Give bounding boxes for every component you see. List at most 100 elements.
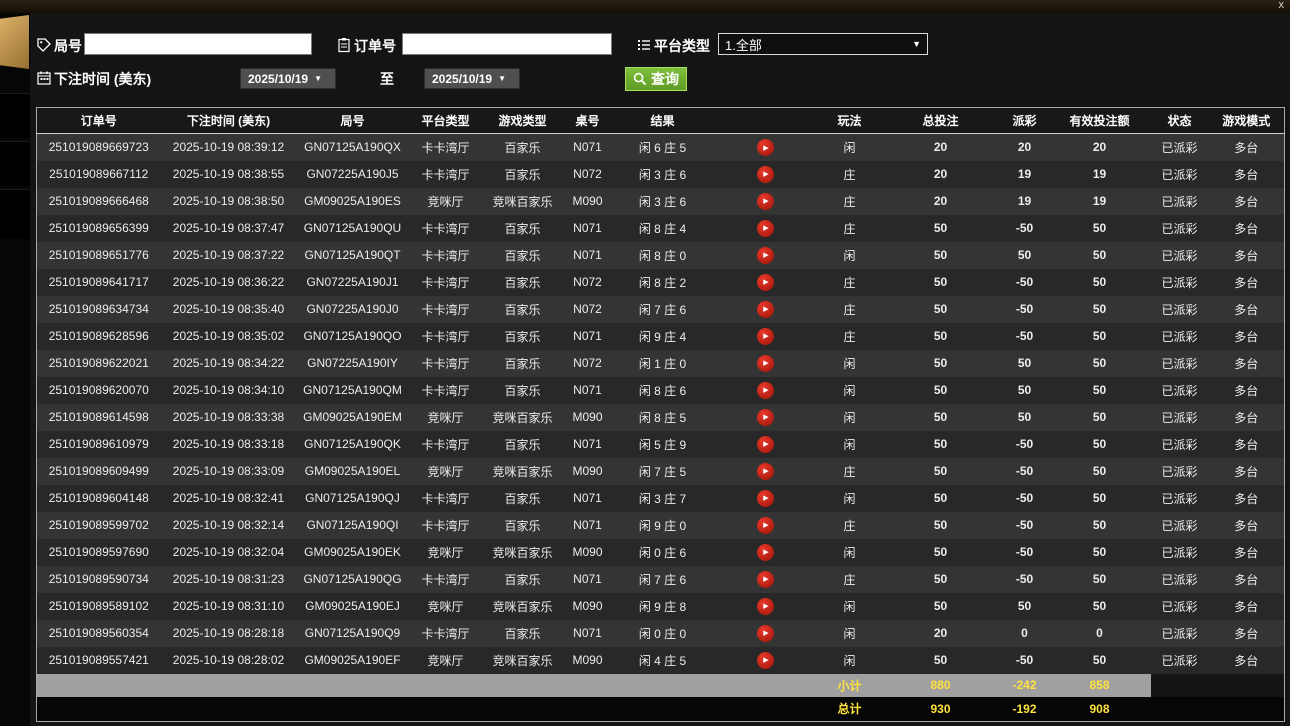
- platform-select[interactable]: 1.全部 ▼: [718, 33, 928, 55]
- total-bet: 50: [881, 539, 1001, 566]
- valid-bet: 50: [1049, 377, 1151, 404]
- total-bet: 50: [881, 458, 1001, 485]
- round-number: GN07225A190J5: [297, 161, 409, 188]
- replay-play-icon[interactable]: ▶: [757, 571, 774, 588]
- replay-play-icon[interactable]: ▶: [757, 355, 774, 372]
- bet-time: 2025-10-19 08:33:38: [161, 404, 297, 431]
- total-bet: 50: [881, 323, 1001, 350]
- order-number: 251019089622021: [37, 350, 161, 377]
- replay-play-icon[interactable]: ▶: [757, 625, 774, 642]
- replay-play-icon[interactable]: ▶: [757, 517, 774, 534]
- close-icon[interactable]: x: [1279, 0, 1285, 12]
- replay-cell: ▶: [713, 377, 819, 404]
- game-type: 百家乐: [483, 215, 563, 242]
- platform-type: 卡卡湾厅: [409, 269, 483, 296]
- replay-play-icon[interactable]: ▶: [757, 247, 774, 264]
- game-type: 百家乐: [483, 350, 563, 377]
- replay-play-icon[interactable]: ▶: [757, 490, 774, 507]
- order-number: 251019089557421: [37, 647, 161, 674]
- column-header: 平台类型: [409, 108, 483, 134]
- platform-type: 卡卡湾厅: [409, 485, 483, 512]
- valid-bet: 50: [1049, 404, 1151, 431]
- replay-play-icon[interactable]: ▶: [757, 193, 774, 210]
- date-to-button[interactable]: 2025/10/19 ▼: [424, 68, 520, 89]
- platform-type: 卡卡湾厅: [409, 296, 483, 323]
- play-method: 庄: [819, 566, 881, 593]
- replay-cell: ▶: [713, 620, 819, 647]
- result: 闲 4 庄 5: [613, 647, 713, 674]
- replay-play-icon[interactable]: ▶: [757, 274, 774, 291]
- replay-play-icon[interactable]: ▶: [757, 598, 774, 615]
- replay-play-icon[interactable]: ▶: [757, 301, 774, 318]
- round-number: GN07125A190QI: [297, 512, 409, 539]
- result: 闲 5 庄 9: [613, 431, 713, 458]
- game-mode: 多台: [1209, 512, 1285, 539]
- result: 闲 7 庄 5: [613, 458, 713, 485]
- column-header: 玩法: [819, 108, 881, 134]
- game-type: 百家乐: [483, 242, 563, 269]
- replay-play-icon[interactable]: ▶: [757, 652, 774, 669]
- platform-type: 竞咪厅: [409, 404, 483, 431]
- orders-table: 订单号下注时间 (美东)局号平台类型游戏类型桌号结果玩法总投注派彩有效投注额状态…: [36, 107, 1285, 722]
- result: 闲 3 庄 6: [613, 161, 713, 188]
- table-number: N071: [563, 377, 613, 404]
- replay-play-icon[interactable]: ▶: [757, 382, 774, 399]
- calendar-icon: [36, 70, 52, 86]
- replay-cell: ▶: [713, 134, 819, 161]
- platform-type: 卡卡湾厅: [409, 431, 483, 458]
- game-mode: 多台: [1209, 593, 1285, 620]
- game-mode: 多台: [1209, 242, 1285, 269]
- subtotal-dark-spacer: [1151, 674, 1285, 697]
- replay-play-icon[interactable]: ▶: [757, 436, 774, 453]
- replay-cell: ▶: [713, 215, 819, 242]
- round-input[interactable]: [84, 33, 312, 55]
- order-input[interactable]: [402, 33, 612, 55]
- status: 已派彩: [1151, 566, 1209, 593]
- table-header-row: 订单号下注时间 (美东)局号平台类型游戏类型桌号结果玩法总投注派彩有效投注额状态…: [37, 108, 1285, 134]
- replay-play-icon[interactable]: ▶: [757, 328, 774, 345]
- valid-bet: 50: [1049, 593, 1151, 620]
- play-method: 闲: [819, 485, 881, 512]
- platform-type: 卡卡湾厅: [409, 512, 483, 539]
- replay-play-icon[interactable]: ▶: [757, 409, 774, 426]
- table-row: 2510190895907342025-10-19 08:31:23GN0712…: [37, 566, 1285, 593]
- result: 闲 0 庄 6: [613, 539, 713, 566]
- replay-cell: ▶: [713, 188, 819, 215]
- status: 已派彩: [1151, 647, 1209, 674]
- payout: 50: [1001, 242, 1049, 269]
- valid-bet: 50: [1049, 323, 1151, 350]
- left-edge-strip: [0, 13, 30, 726]
- clipboard-icon: [336, 37, 352, 53]
- replay-play-icon[interactable]: ▶: [757, 463, 774, 480]
- replay-play-icon[interactable]: ▶: [757, 166, 774, 183]
- column-header: [713, 108, 819, 134]
- table-number: N071: [563, 215, 613, 242]
- game-mode: 多台: [1209, 620, 1285, 647]
- column-header: 桌号: [563, 108, 613, 134]
- order-number: 251019089609499: [37, 458, 161, 485]
- round-number: GN07125A190QK: [297, 431, 409, 458]
- replay-play-icon[interactable]: ▶: [757, 220, 774, 237]
- game-type: 百家乐: [483, 323, 563, 350]
- replay-play-icon[interactable]: ▶: [757, 139, 774, 156]
- total-bet: 50: [881, 215, 1001, 242]
- bet-time: 2025-10-19 08:33:18: [161, 431, 297, 458]
- table-number: N071: [563, 242, 613, 269]
- status: 已派彩: [1151, 188, 1209, 215]
- replay-cell: ▶: [713, 242, 819, 269]
- game-mode: 多台: [1209, 323, 1285, 350]
- bet-time: 2025-10-19 08:34:10: [161, 377, 297, 404]
- date-from-button[interactable]: 2025/10/19 ▼: [240, 68, 336, 89]
- status: 已派彩: [1151, 458, 1209, 485]
- bet-time: 2025-10-19 08:28:02: [161, 647, 297, 674]
- game-type: 百家乐: [483, 377, 563, 404]
- query-button[interactable]: 查询: [625, 67, 687, 91]
- replay-play-icon[interactable]: ▶: [757, 544, 774, 561]
- total-bet: 20: [881, 161, 1001, 188]
- table-number: N071: [563, 620, 613, 647]
- table-row: 2510190896094992025-10-19 08:33:09GM0902…: [37, 458, 1285, 485]
- round-number: GN07125A190QX: [297, 134, 409, 161]
- table-number: N071: [563, 134, 613, 161]
- result: 闲 7 庄 6: [613, 296, 713, 323]
- table-row: 2510190896200702025-10-19 08:34:10GN0712…: [37, 377, 1285, 404]
